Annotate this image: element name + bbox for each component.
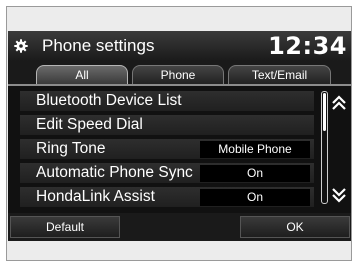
tab-phone[interactable]: Phone [132, 65, 224, 85]
default-button[interactable]: Default [10, 216, 120, 238]
list-item-label: Ring Tone [36, 140, 106, 157]
hondalink-assist-value: On [200, 189, 310, 206]
default-button-label: Default [45, 220, 85, 234]
tab-all-label: All [75, 68, 89, 82]
list-item-label: Automatic Phone Sync [36, 164, 193, 181]
tab-text-email[interactable]: Text/Email [228, 65, 331, 85]
list-item-automatic-phone-sync[interactable]: Automatic Phone Sync On [20, 163, 314, 184]
title-bar: Phone settings 12:34 [8, 31, 351, 61]
list-item-label: HondaLink Assist [36, 188, 155, 205]
list-item-hondalink-assist[interactable]: HondaLink Assist On [20, 187, 314, 208]
automatic-phone-sync-value: On [200, 165, 310, 182]
tab-underline [8, 84, 351, 86]
tab-bar: All Phone Text/Email [8, 61, 351, 85]
gear-icon [14, 39, 28, 53]
scrollbar[interactable] [321, 91, 328, 204]
tab-phone-label: Phone [160, 68, 196, 82]
list-item-ring-tone[interactable]: Ring Tone Mobile Phone [20, 139, 314, 160]
scrollbar-thumb[interactable] [323, 93, 326, 131]
double-chevron-up-icon[interactable] [331, 95, 347, 111]
list-item-label: Bluetooth Device List [36, 92, 182, 109]
list-item-edit-speed-dial[interactable]: Edit Speed Dial [20, 115, 314, 136]
ring-tone-value: Mobile Phone [200, 141, 310, 158]
tab-all[interactable]: All [36, 65, 128, 85]
settings-list: Bluetooth Device List Edit Speed Dial Ri… [20, 91, 314, 209]
list-item-label: Edit Speed Dial [36, 116, 143, 133]
list-item-bluetooth-device-list[interactable]: Bluetooth Device List [20, 91, 314, 112]
ok-button[interactable]: OK [240, 216, 350, 238]
tab-text-email-label: Text/Email [251, 68, 308, 82]
page-title: Phone settings [42, 36, 155, 55]
phone-settings-screen: Phone settings 12:34 All Phone Text/Emai… [8, 31, 351, 241]
double-chevron-down-icon[interactable] [331, 187, 347, 203]
ok-button-label: OK [286, 220, 304, 234]
bottom-bar: Default OK [8, 213, 351, 241]
clock: 12:34 [268, 32, 347, 60]
